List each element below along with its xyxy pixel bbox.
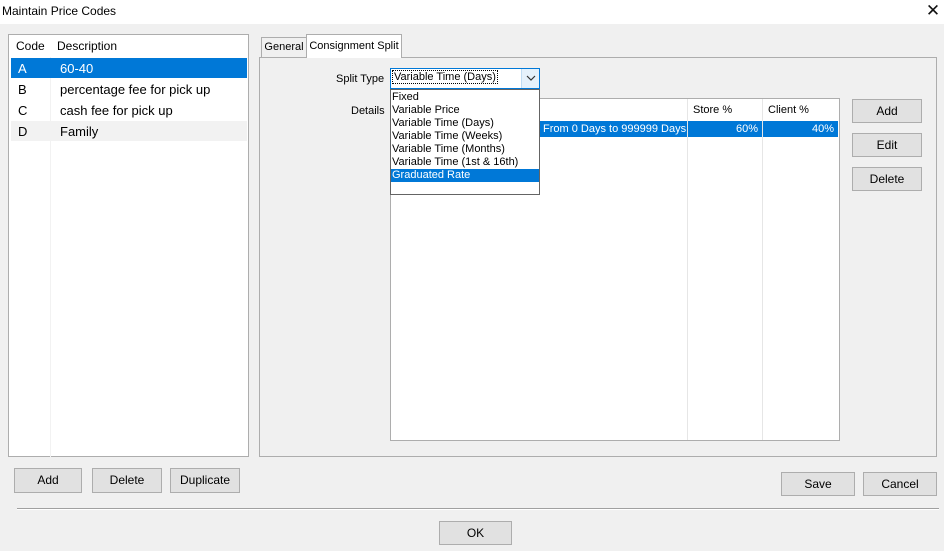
window-title: Maintain Price Codes — [2, 4, 117, 18]
column-divider — [687, 99, 688, 440]
store-percent-cell: 60% — [688, 121, 762, 137]
details-label: Details — [351, 105, 385, 117]
description-cell: cash fee for pick up — [60, 103, 173, 118]
dropdown-option-graduated-rate[interactable]: Graduated Rate — [391, 169, 539, 182]
dropdown-option-variable-time-1st-16th[interactable]: Variable Time (1st & 16th) — [391, 156, 539, 169]
client-percent-header[interactable]: Client % — [768, 104, 809, 116]
delete-code-button[interactable]: Delete — [92, 468, 162, 493]
list-item[interactable]: A 60-40 — [11, 58, 247, 78]
dropdown-option-variable-time-weeks[interactable]: Variable Time (Weeks) — [391, 130, 539, 143]
add-detail-button[interactable]: Add — [852, 99, 922, 123]
tab-general[interactable]: General — [261, 37, 307, 57]
store-percent-header[interactable]: Store % — [693, 104, 732, 116]
price-code-list[interactable]: Code Description A 60-40 B percentage fe… — [8, 34, 249, 457]
dropdown-option-variable-price[interactable]: Variable Price — [391, 104, 539, 117]
client-percent-cell: 40% — [763, 121, 838, 137]
split-type-dropdown[interactable]: Fixed Variable Price Variable Time (Days… — [390, 89, 540, 195]
list-item[interactable]: B percentage fee for pick up — [11, 79, 247, 99]
duplicate-code-button[interactable]: Duplicate — [170, 468, 240, 493]
chevron-down-icon[interactable] — [521, 69, 539, 88]
close-icon[interactable]: ✕ — [922, 0, 944, 24]
description-column-header[interactable]: Description — [57, 39, 117, 53]
description-cell: 60-40 — [60, 61, 94, 76]
range-cell: From 0 Days to 999999 Days — [539, 121, 687, 137]
split-type-label: Split Type — [336, 73, 385, 85]
code-column-header[interactable]: Code — [16, 39, 45, 53]
title-bar: Maintain Price Codes ✕ — [0, 0, 944, 24]
edit-detail-button[interactable]: Edit — [852, 133, 922, 157]
description-cell: Family — [60, 124, 99, 139]
column-divider — [762, 99, 763, 440]
footer-divider-highlight — [17, 509, 939, 510]
dropdown-option-variable-time-days[interactable]: Variable Time (Days) — [391, 117, 539, 130]
split-type-select[interactable]: Variable Time (Days) — [390, 68, 540, 89]
dropdown-option-variable-time-months[interactable]: Variable Time (Months) — [391, 143, 539, 156]
code-cell: D — [18, 124, 28, 139]
tab-consignment-split[interactable]: Consignment Split — [306, 34, 402, 58]
description-cell: percentage fee for pick up — [60, 82, 211, 97]
list-item[interactable]: C cash fee for pick up — [11, 100, 247, 120]
code-cell: B — [18, 82, 27, 97]
add-code-button[interactable]: Add — [14, 468, 82, 493]
cancel-button[interactable]: Cancel — [863, 472, 937, 496]
dropdown-option-fixed[interactable]: Fixed — [391, 91, 539, 104]
split-type-value: Variable Time (Days) — [392, 70, 498, 84]
ok-button[interactable]: OK — [439, 521, 512, 545]
list-header: Code Description — [9, 35, 248, 57]
delete-detail-button[interactable]: Delete — [852, 167, 922, 191]
list-item[interactable]: D Family — [11, 121, 247, 141]
code-cell: A — [18, 61, 27, 76]
code-cell: C — [18, 103, 28, 118]
save-button[interactable]: Save — [781, 472, 855, 496]
